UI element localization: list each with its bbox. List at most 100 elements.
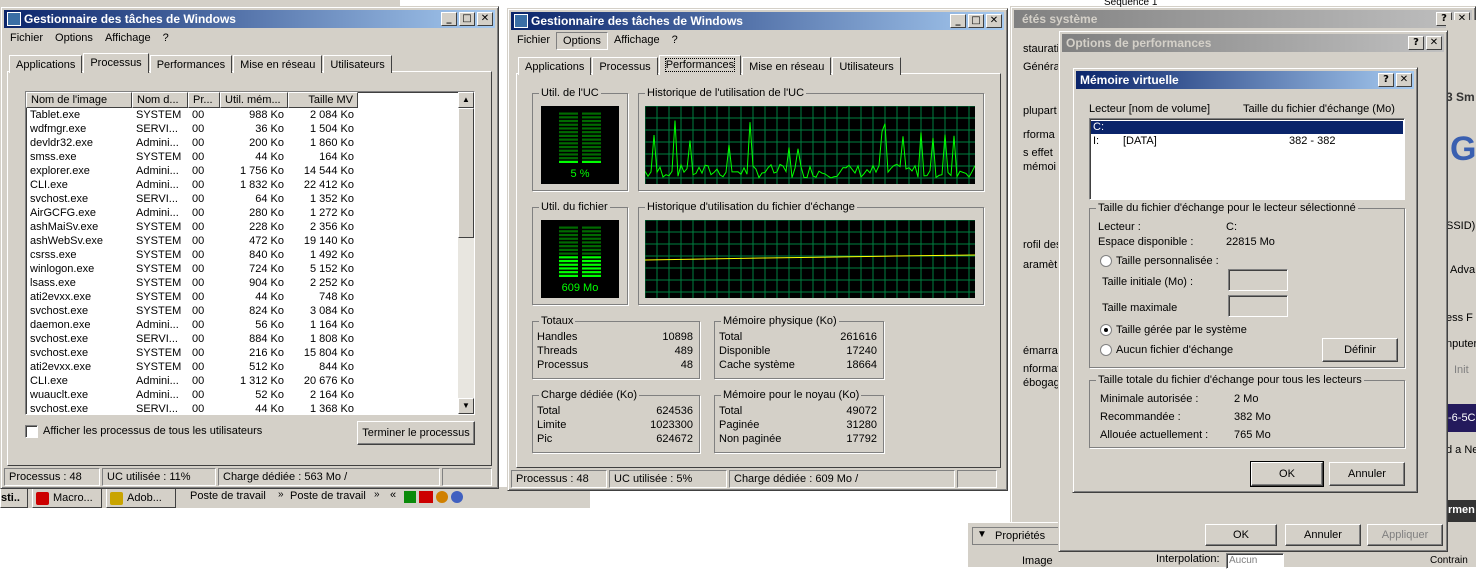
taskbar-toolbar-label[interactable]: Poste de travail — [190, 490, 266, 502]
column-image-name[interactable]: Nom de l'image — [26, 92, 132, 108]
help-button[interactable]: ? — [1378, 73, 1394, 87]
maximize-button[interactable]: □ — [968, 14, 984, 28]
table-row[interactable]: explorer.exe Admini... 00 1 756 Ko 14 544 Ko — [26, 164, 474, 178]
menu-view[interactable]: Affichage — [608, 32, 666, 50]
table-row[interactable]: svchost.exe SERVI... 00 44 Ko 1 368 Ko — [26, 402, 474, 416]
tray-chevron-icon[interactable]: « — [390, 489, 396, 501]
menu-help[interactable]: ? — [157, 30, 175, 48]
vmem-cancel-button[interactable]: Annuler — [1329, 462, 1405, 486]
tab-networking[interactable]: Mise en réseau — [742, 57, 832, 75]
app-tray-icon-2[interactable] — [451, 491, 463, 503]
size-grip[interactable] — [442, 468, 492, 486]
show-all-users-checkbox[interactable] — [25, 425, 38, 438]
ati-tray-icon[interactable] — [419, 491, 433, 503]
table-row[interactable]: ati2evxx.exe SYSTEM 00 44 Ko 748 Ko — [26, 290, 474, 304]
tab-applications[interactable]: Applications — [9, 55, 83, 73]
table-row[interactable]: ashWebSv.exe SYSTEM 00 472 Ko 19 140 Ko — [26, 234, 474, 248]
minimize-button[interactable]: _ — [950, 14, 966, 28]
menu-help[interactable]: ? — [666, 32, 684, 50]
taskbar-item-macro[interactable]: Macro... — [32, 488, 102, 508]
task-manager-titlebar[interactable]: Gestionnaire des tâches de Windows _ □ ✕ — [511, 12, 1004, 30]
taskbar-item-adobe[interactable]: Adob... — [106, 488, 176, 508]
minimize-button[interactable]: _ — [441, 12, 457, 26]
close-button[interactable]: ✕ — [1426, 36, 1442, 50]
tab-users[interactable]: Utilisateurs — [832, 57, 901, 75]
table-row[interactable]: devldr32.exe Admini... 00 200 Ko 1 860 Ko — [26, 136, 474, 150]
vmem-ok-button[interactable]: OK — [1251, 462, 1323, 486]
kernel-total-row: Total 49072 — [719, 405, 877, 417]
table-row[interactable]: ati2evxx.exe SYSTEM 00 512 Ko 844 Ko — [26, 360, 474, 374]
no-pagefile-radio[interactable] — [1100, 344, 1112, 356]
close-button[interactable]: ✕ — [986, 14, 1002, 28]
app-tray-icon[interactable] — [436, 491, 448, 503]
tab-users[interactable]: Utilisateurs — [323, 55, 392, 73]
meter-segment — [582, 274, 601, 277]
table-row[interactable]: svchost.exe SERVI... 00 64 Ko 1 352 Ko — [26, 192, 474, 206]
max-size-input[interactable] — [1228, 295, 1288, 317]
chevron-icon[interactable]: » — [374, 489, 380, 500]
column-mem-usage[interactable]: Util. mém... — [220, 92, 288, 108]
system-managed-radio[interactable] — [1100, 324, 1112, 336]
column-user-name[interactable]: Nom d... — [132, 92, 188, 108]
size-grip[interactable] — [957, 470, 997, 488]
virtual-memory-titlebar[interactable]: Mémoire virtuelle ? ✕ — [1076, 71, 1414, 89]
perf-ok-button[interactable]: OK — [1205, 524, 1277, 546]
scroll-thumb[interactable] — [458, 108, 474, 238]
menu-file[interactable]: Fichier — [511, 32, 556, 50]
column-cpu[interactable]: Pr... — [188, 92, 220, 108]
scroll-up-button[interactable]: ▲ — [458, 92, 474, 108]
close-button[interactable]: ✕ — [477, 12, 493, 26]
menu-view[interactable]: Affichage — [99, 30, 157, 48]
column-vm-size[interactable]: Taille MV — [288, 92, 358, 108]
drive-row-selected[interactable]: C: — [1091, 121, 1403, 134]
pagefile-history-graph — [645, 220, 975, 298]
performance-options-titlebar[interactable]: Options de performances ? ✕ — [1062, 34, 1444, 52]
perf-cancel-button[interactable]: Annuler — [1285, 524, 1361, 546]
task-manager-titlebar[interactable]: Gestionnaire des tâches de Windows _ □ ✕ — [4, 10, 495, 28]
tab-processes[interactable]: Processus — [592, 57, 658, 75]
perf-apply-button[interactable]: Appliquer — [1367, 524, 1443, 546]
chevron-icon[interactable]: » — [278, 489, 284, 500]
taskbar-toolbar-label-2[interactable]: Poste de travail — [290, 490, 366, 502]
table-row[interactable]: wdfmgr.exe SERVI... 00 36 Ko 1 504 Ko — [26, 122, 474, 136]
menu-file[interactable]: Fichier — [4, 30, 49, 48]
close-button[interactable]: ✕ — [1396, 73, 1412, 87]
table-row[interactable]: wuauclt.exe Admini... 00 52 Ko 2 164 Ko — [26, 388, 474, 402]
table-row[interactable]: winlogon.exe SYSTEM 00 724 Ko 5 152 Ko — [26, 262, 474, 276]
end-process-button[interactable]: Terminer le processus — [357, 421, 475, 445]
scroll-down-button[interactable]: ▼ — [458, 398, 474, 414]
process-list[interactable]: Nom de l'image Nom d... Pr... Util. mém.… — [25, 91, 475, 415]
tab-performance[interactable]: Performances — [658, 55, 742, 75]
tab-applications[interactable]: Applications — [518, 57, 592, 75]
table-row[interactable]: svchost.exe SERVI... 00 884 Ko 1 808 Ko — [26, 332, 474, 346]
table-row[interactable]: Tablet.exe SYSTEM 00 988 Ko 2 084 Ko — [26, 108, 474, 122]
initial-size-input[interactable] — [1228, 269, 1288, 291]
props-collapse-icon[interactable]: ▼ — [977, 529, 987, 540]
set-button[interactable]: Définir — [1322, 338, 1398, 362]
tab-performance[interactable]: Performances — [149, 55, 233, 73]
table-row[interactable]: CLI.exe Admini... 00 1 312 Ko 20 676 Ko — [26, 374, 474, 388]
drive-row[interactable]: I: [DATA] 382 - 382 — [1091, 135, 1403, 148]
maximize-button[interactable]: □ — [459, 12, 475, 26]
table-row[interactable]: AirGCFG.exe Admini... 00 280 Ko 1 272 Ko — [26, 206, 474, 220]
table-row[interactable]: smss.exe SYSTEM 00 44 Ko 164 Ko — [26, 150, 474, 164]
help-button[interactable]: ? — [1408, 36, 1424, 50]
monitor-tray-icon[interactable] — [404, 491, 416, 503]
menu-options[interactable]: Options — [49, 30, 99, 48]
table-row[interactable]: CLI.exe Admini... 00 1 832 Ko 22 412 Ko — [26, 178, 474, 192]
table-row[interactable]: svchost.exe SYSTEM 00 216 Ko 15 804 Ko — [26, 346, 474, 360]
start-button[interactable]: sti.. — [0, 488, 28, 508]
table-row[interactable]: svchost.exe SYSTEM 00 824 Ko 3 084 Ko — [26, 304, 474, 318]
menu-options[interactable]: Options — [556, 32, 608, 50]
drive-list[interactable]: C: I: [DATA] 382 - 382 — [1089, 118, 1405, 200]
table-row[interactable]: ashMaiSv.exe SYSTEM 00 228 Ko 2 356 Ko — [26, 220, 474, 234]
system-properties-titlebar[interactable]: étés système ? ✕ — [1014, 10, 1472, 28]
table-row[interactable]: daemon.exe Admini... 00 56 Ko 1 164 Ko — [26, 318, 474, 332]
table-row[interactable]: lsass.exe SYSTEM 00 904 Ko 2 252 Ko — [26, 276, 474, 290]
tab-networking[interactable]: Mise en réseau — [233, 55, 323, 73]
tab-processes[interactable]: Processus — [83, 53, 149, 73]
table-row[interactable]: csrss.exe SYSTEM 00 840 Ko 1 492 Ko — [26, 248, 474, 262]
table-cell: 00 — [192, 375, 205, 387]
vertical-scrollbar[interactable]: ▲ ▼ — [458, 92, 474, 414]
custom-size-radio[interactable] — [1100, 255, 1112, 267]
